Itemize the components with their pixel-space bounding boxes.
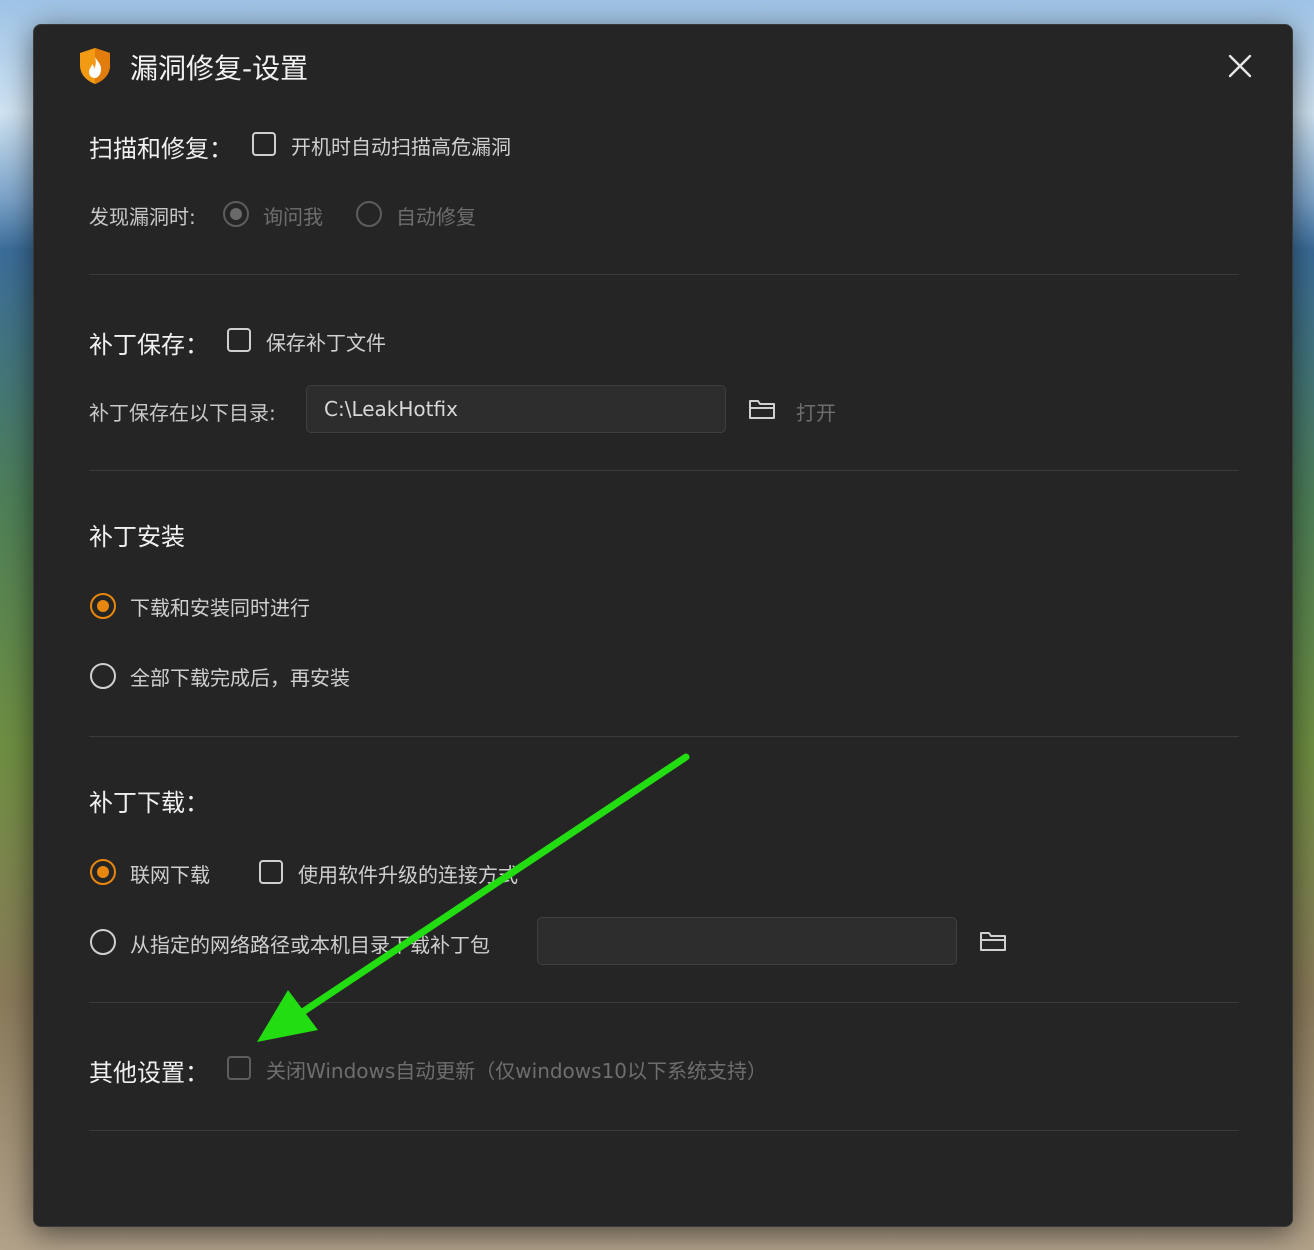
disable-windows-update-label[interactable]: 关闭Windows自动更新（仅windows10以下系统支持） [266, 1055, 767, 1084]
auto-fix-radio[interactable] [356, 201, 382, 227]
from-path-radio[interactable] [90, 929, 116, 955]
divider [89, 736, 1239, 737]
install-simultaneous-radio[interactable] [90, 593, 116, 619]
online-download-radio[interactable] [90, 859, 116, 885]
install-after-all-label[interactable]: 全部下载完成后，再安装 [130, 662, 350, 691]
save-patch-files-checkbox[interactable] [227, 328, 251, 352]
download-path-input[interactable] [537, 917, 957, 965]
other-settings-section-label: 其他设置： [89, 1059, 209, 1087]
use-upgrade-connection-checkbox[interactable] [259, 860, 283, 884]
on-found-label: 发现漏洞时: [89, 205, 196, 229]
patch-install-section-label: 补丁安装 [89, 523, 185, 551]
patch-download-section-label: 补丁下载： [89, 789, 209, 817]
open-folder-link[interactable]: 打开 [796, 397, 836, 426]
folder-icon[interactable] [748, 397, 776, 421]
online-download-label[interactable]: 联网下载 [130, 859, 210, 888]
ask-me-radio[interactable] [223, 201, 249, 227]
disable-windows-update-checkbox[interactable] [227, 1056, 251, 1080]
install-simultaneous-label[interactable]: 下载和安装同时进行 [130, 592, 310, 621]
shield-flame-logo-icon [80, 48, 110, 84]
divider [89, 1002, 1239, 1003]
save-patch-files-label[interactable]: 保存补丁文件 [266, 327, 386, 356]
auto-scan-label[interactable]: 开机时自动扫描高危漏洞 [291, 131, 511, 160]
auto-scan-checkbox[interactable] [252, 132, 276, 156]
close-icon[interactable] [1225, 51, 1255, 81]
use-upgrade-connection-label[interactable]: 使用软件升级的连接方式 [298, 859, 518, 888]
patch-save-section-label: 补丁保存： [89, 331, 209, 359]
window-title: 漏洞修复-设置 [130, 52, 309, 85]
auto-fix-label[interactable]: 自动修复 [396, 201, 476, 230]
save-dir-label: 补丁保存在以下目录: [89, 401, 276, 425]
divider [89, 470, 1239, 471]
save-dir-input[interactable]: C:\LeakHotfix [306, 385, 726, 433]
divider [89, 1130, 1239, 1131]
folder-icon[interactable] [979, 929, 1007, 953]
settings-dialog: 漏洞修复-设置 扫描和修复： 开机时自动扫描高危漏洞 发现漏洞时: 询问我 自动… [33, 24, 1293, 1227]
ask-me-label[interactable]: 询问我 [263, 201, 323, 230]
install-after-all-radio[interactable] [90, 663, 116, 689]
from-path-label[interactable]: 从指定的网络路径或本机目录下载补丁包 [130, 929, 490, 958]
scan-section-label: 扫描和修复： [89, 135, 233, 163]
title-bar: 漏洞修复-设置 [34, 25, 1292, 111]
divider [89, 274, 1239, 275]
